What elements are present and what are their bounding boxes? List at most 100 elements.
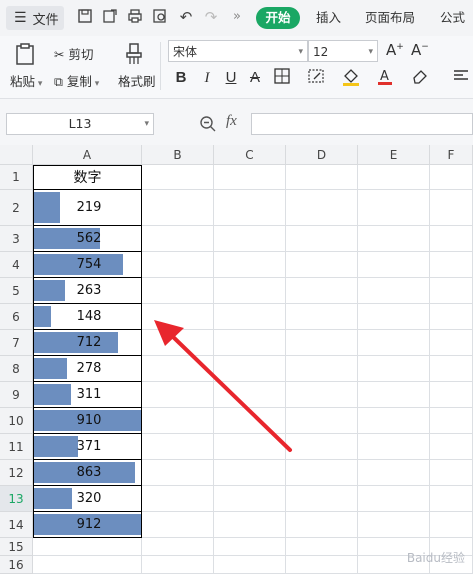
cell-b10[interactable] <box>142 408 214 434</box>
name-box[interactable]: L13 ▾ <box>6 113 154 135</box>
tab-insert[interactable]: 插入 <box>316 8 341 28</box>
cell-e4[interactable] <box>358 252 430 278</box>
italic-button[interactable]: I <box>198 68 216 88</box>
cell-d16[interactable] <box>286 556 358 574</box>
row-header-11[interactable]: 11 <box>0 434 33 460</box>
undo-icon[interactable]: ↶ <box>177 8 195 26</box>
cell-b11[interactable] <box>142 434 214 460</box>
cell-c15[interactable] <box>214 538 286 556</box>
print-icon[interactable] <box>126 8 144 26</box>
cell-b2[interactable] <box>142 190 214 226</box>
increase-font-icon[interactable]: A+ <box>386 41 404 59</box>
cell-f14[interactable] <box>430 512 473 538</box>
row-header-5[interactable]: 5 <box>0 278 33 304</box>
row-header-15[interactable]: 15 <box>0 538 33 556</box>
row-header-6[interactable]: 6 <box>0 304 33 330</box>
cell-e3[interactable] <box>358 226 430 252</box>
data-cell-a10[interactable]: 910 <box>33 408 142 434</box>
tab-page-layout[interactable]: 页面布局 <box>365 8 415 28</box>
column-header-f[interactable]: F <box>430 145 473 165</box>
data-cell-a8[interactable]: 278 <box>33 356 142 382</box>
row-header-4[interactable]: 4 <box>0 252 33 278</box>
cell-e6[interactable] <box>358 304 430 330</box>
row-header-3[interactable]: 3 <box>0 226 33 252</box>
cell-c9[interactable] <box>214 382 286 408</box>
cell-d5[interactable] <box>286 278 358 304</box>
cell-b4[interactable] <box>142 252 214 278</box>
row-header-7[interactable]: 7 <box>0 330 33 356</box>
cell-e2[interactable] <box>358 190 430 226</box>
data-cell-a6[interactable]: 148 <box>33 304 142 330</box>
column-header-a[interactable]: A <box>33 145 142 165</box>
cell-f7[interactable] <box>430 330 473 356</box>
strikethrough-icon[interactable]: A <box>246 68 264 88</box>
cell-c14[interactable] <box>214 512 286 538</box>
cell-b3[interactable] <box>142 226 214 252</box>
cell-d4[interactable] <box>286 252 358 278</box>
cell-b13[interactable] <box>142 486 214 512</box>
cell-e7[interactable] <box>358 330 430 356</box>
data-cell-a4[interactable]: 754 <box>33 252 142 278</box>
select-all-corner[interactable] <box>0 145 33 165</box>
file-menu-button[interactable]: ☰ 文件 <box>6 6 64 30</box>
cell-e5[interactable] <box>358 278 430 304</box>
fill-color-icon[interactable] <box>340 68 362 88</box>
redo-icon[interactable]: ↷ <box>202 8 220 26</box>
cell-f3[interactable] <box>430 226 473 252</box>
font-name-select[interactable]: 宋体 ▾ <box>168 40 308 62</box>
cell-b16[interactable] <box>142 556 214 574</box>
cell-f11[interactable] <box>430 434 473 460</box>
cell-e1[interactable] <box>358 165 430 190</box>
tab-home[interactable]: 开始 <box>256 7 300 29</box>
format-painter-icon[interactable] <box>124 42 146 66</box>
cell-d6[interactable] <box>286 304 358 330</box>
formula-input[interactable] <box>251 113 473 135</box>
cell-b15[interactable] <box>142 538 214 556</box>
cell-c1[interactable] <box>214 165 286 190</box>
cell-d2[interactable] <box>286 190 358 226</box>
export-icon[interactable] <box>101 8 119 26</box>
row-header-2[interactable]: 2 <box>0 190 33 226</box>
column-header-b[interactable]: B <box>142 145 214 165</box>
data-cell-a13[interactable]: 320 <box>33 486 142 512</box>
cell-e10[interactable] <box>358 408 430 434</box>
cell-f13[interactable] <box>430 486 473 512</box>
cell-c6[interactable] <box>214 304 286 330</box>
row-header-9[interactable]: 9 <box>0 382 33 408</box>
cell-e8[interactable] <box>358 356 430 382</box>
data-cell-a3[interactable]: 562 <box>33 226 142 252</box>
cell-f2[interactable] <box>430 190 473 226</box>
row-header-14[interactable]: 14 <box>0 512 33 538</box>
cell-d15[interactable] <box>286 538 358 556</box>
data-cell-a5[interactable]: 263 <box>33 278 142 304</box>
data-cell-a9[interactable]: 311 <box>33 382 142 408</box>
cell-c8[interactable] <box>214 356 286 382</box>
cell-d11[interactable] <box>286 434 358 460</box>
cell-b7[interactable] <box>142 330 214 356</box>
header-cell-a1[interactable]: 数字 <box>33 165 142 190</box>
cell-b8[interactable] <box>142 356 214 382</box>
row-header-12[interactable]: 12 <box>0 460 33 486</box>
cell-f8[interactable] <box>430 356 473 382</box>
row-header-10[interactable]: 10 <box>0 408 33 434</box>
font-color-icon[interactable]: A <box>376 68 394 88</box>
cell-c4[interactable] <box>214 252 286 278</box>
cell-d7[interactable] <box>286 330 358 356</box>
decrease-font-icon[interactable]: A− <box>411 41 429 59</box>
row-header-8[interactable]: 8 <box>0 356 33 382</box>
cell-f9[interactable] <box>430 382 473 408</box>
cut-button[interactable]: ✂ 剪切 <box>54 44 93 63</box>
cell-d12[interactable] <box>286 460 358 486</box>
zoom-icon[interactable] <box>199 115 219 135</box>
print-preview-icon[interactable] <box>151 8 169 26</box>
cell-b14[interactable] <box>142 512 214 538</box>
cell-c12[interactable] <box>214 460 286 486</box>
cell-d13[interactable] <box>286 486 358 512</box>
cell-c13[interactable] <box>214 486 286 512</box>
cell-f1[interactable] <box>430 165 473 190</box>
cell-d1[interactable] <box>286 165 358 190</box>
cell-b5[interactable] <box>142 278 214 304</box>
cell-c11[interactable] <box>214 434 286 460</box>
cell-a16[interactable] <box>33 556 142 574</box>
clipboard-icon[interactable] <box>13 42 39 66</box>
